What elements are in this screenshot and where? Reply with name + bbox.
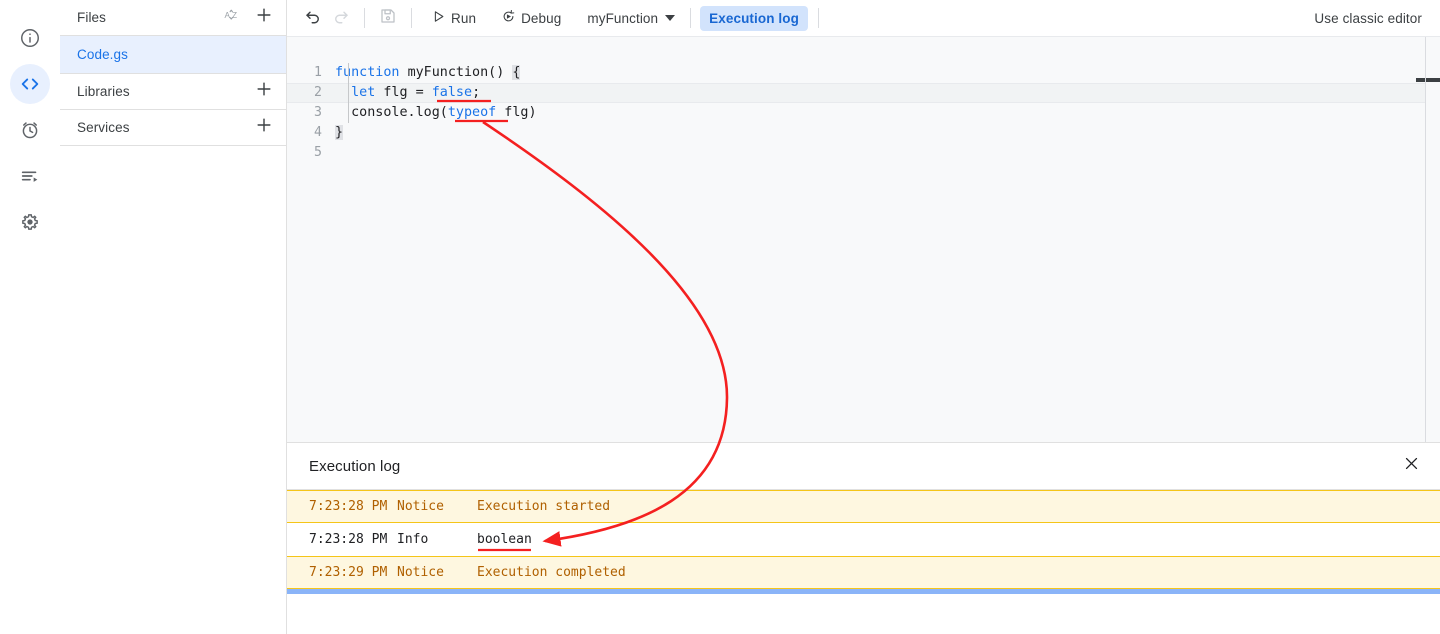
run-button[interactable]: Run <box>423 5 484 32</box>
run-label: Run <box>451 11 476 26</box>
debug-button[interactable]: Debug <box>493 5 569 32</box>
line-number: 5 <box>287 143 335 163</box>
sidebar-item-executions[interactable] <box>10 156 50 196</box>
toolbar-divider <box>690 8 691 28</box>
code-editor[interactable]: 1 function myFunction() { 2 let flg = fa… <box>287 37 1440 442</box>
toolbar-divider <box>364 8 365 28</box>
debug-label: Debug <box>521 11 561 26</box>
code-text: console.log(typeof flg) <box>335 103 537 123</box>
execution-log-title: Execution log <box>309 458 1396 475</box>
left-icon-rail <box>0 0 60 634</box>
file-item-code-gs[interactable]: Code.gs <box>60 36 286 74</box>
libraries-header: Libraries <box>60 74 286 110</box>
sidebar-item-project-overview[interactable] <box>10 18 50 58</box>
save-button[interactable] <box>374 4 402 32</box>
code-line-2: 2 let flg = false; <box>287 83 1440 103</box>
services-header: Services <box>60 110 286 146</box>
function-selector[interactable]: myFunction <box>579 5 681 32</box>
execution-log-toggle[interactable]: Execution log <box>700 6 808 31</box>
code-line-5: 5 <box>287 143 1440 163</box>
code-text: let flg = false; <box>335 83 480 103</box>
add-library-button[interactable] <box>252 80 276 104</box>
log-row: 7:23:29 PM Notice Execution completed <box>287 556 1440 589</box>
services-title: Services <box>77 120 252 135</box>
alarm-clock-icon <box>19 119 41 141</box>
code-brackets-icon <box>19 73 41 95</box>
log-row: 7:23:28 PM Notice Execution started <box>287 490 1440 523</box>
files-title: Files <box>77 10 220 25</box>
line-number: 3 <box>287 103 335 123</box>
use-classic-editor-label: Use classic editor <box>1314 11 1422 26</box>
cursor-position-marker <box>1416 78 1440 82</box>
line-number: 4 <box>287 123 335 143</box>
svg-text:Z: Z <box>232 11 237 20</box>
gear-icon <box>19 211 41 233</box>
svg-text:A: A <box>225 11 231 20</box>
log-level: Notice <box>397 499 477 514</box>
undo-button[interactable] <box>299 4 327 32</box>
code-line-3: 3 console.log(typeof flg) <box>287 103 1440 123</box>
log-time: 7:23:28 PM <box>309 532 397 547</box>
log-message: Execution started <box>477 499 1440 514</box>
file-item-label: Code.gs <box>77 47 128 62</box>
log-level: Notice <box>397 565 477 580</box>
log-row: 7:23:28 PM Info boolean <box>287 523 1440 556</box>
debug-bug-icon <box>501 9 516 27</box>
redo-button[interactable] <box>327 4 355 32</box>
plus-icon <box>254 115 274 140</box>
play-triangle-icon <box>431 9 446 27</box>
use-classic-editor-link[interactable]: Use classic editor <box>1314 11 1422 26</box>
log-level: Info <box>397 532 477 547</box>
log-time: 7:23:28 PM <box>309 499 397 514</box>
code-text: function myFunction() { <box>335 63 520 83</box>
libraries-title: Libraries <box>77 84 252 99</box>
log-message: Execution completed <box>477 565 1440 580</box>
toolbar-divider <box>818 8 819 28</box>
apps-script-editor-window: Files A Z <box>0 0 1440 634</box>
chevron-down-icon <box>665 15 675 21</box>
function-selector-label: myFunction <box>587 11 658 26</box>
save-disk-icon <box>379 7 397 30</box>
sort-alpha-icon: A Z <box>223 6 241 29</box>
log-progress-bar <box>287 589 1440 594</box>
undo-icon <box>304 7 322 30</box>
close-x-icon <box>1403 455 1420 477</box>
add-file-button[interactable] <box>252 6 276 30</box>
code-line-4: 4 } <box>287 123 1440 143</box>
code-lines: 1 function myFunction() { 2 let flg = fa… <box>287 63 1440 163</box>
code-text: } <box>335 123 343 143</box>
line-number: 1 <box>287 63 335 83</box>
code-line-1: 1 function myFunction() { <box>287 63 1440 83</box>
editor-toolbar: Run Debug myFunction Execution log Use c… <box>287 0 1440 37</box>
editor-scroll-track[interactable] <box>1425 37 1426 442</box>
add-service-button[interactable] <box>252 116 276 140</box>
execution-log-header: Execution log <box>287 443 1440 490</box>
editor-scrollbar-strip[interactable] <box>1426 37 1440 442</box>
sidebar-item-triggers[interactable] <box>10 110 50 150</box>
sort-files-button[interactable]: A Z <box>220 6 244 30</box>
executions-list-icon <box>19 165 41 187</box>
log-time: 7:23:29 PM <box>309 565 397 580</box>
execution-log-toggle-label: Execution log <box>709 11 799 26</box>
log-message: boolean <box>477 532 1440 547</box>
plus-icon <box>254 79 274 104</box>
plus-icon <box>254 5 274 30</box>
sidebar-item-editor[interactable] <box>10 64 50 104</box>
indent-guide <box>348 63 349 123</box>
line-number: 2 <box>287 83 335 103</box>
execution-log-panel: Execution log 7:23:28 PM Notice Executio… <box>287 442 1440 634</box>
files-panel: Files A Z <box>60 0 287 634</box>
toolbar-divider <box>411 8 412 28</box>
redo-icon <box>332 7 350 30</box>
files-header: Files A Z <box>60 0 286 36</box>
sidebar-item-project-settings[interactable] <box>10 202 50 242</box>
close-execution-log-button[interactable] <box>1396 451 1426 481</box>
info-icon <box>19 27 41 49</box>
